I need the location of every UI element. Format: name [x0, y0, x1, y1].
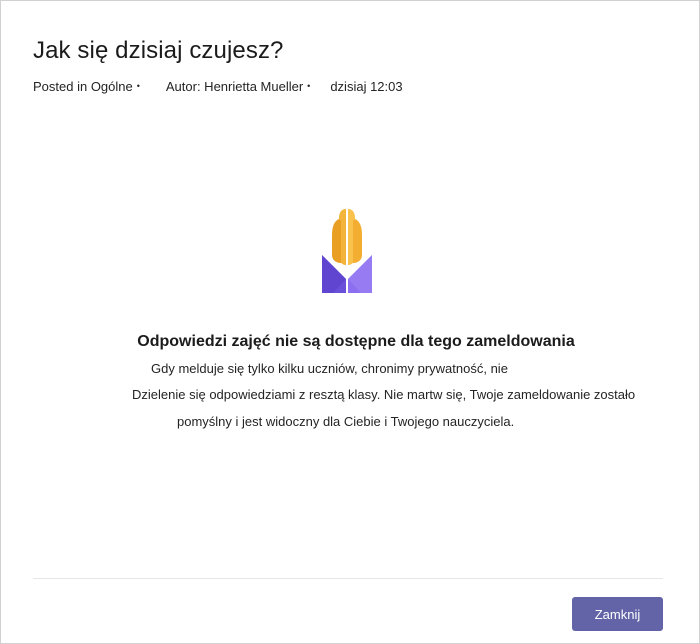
- footer-divider: [33, 578, 663, 579]
- posted-in-channel: Posted in Ogólne: [33, 79, 133, 94]
- post-meta: Posted in Ogólne • Autor: Henrietta Muelle…: [33, 79, 403, 94]
- empty-state-text-line: Dzielenie się odpowiedziami z resztą kla…: [132, 387, 636, 402]
- check-in-dialog: Jak się dzisiaj czujesz? Posted in Ogóln…: [0, 0, 700, 644]
- meta-separator: •: [307, 81, 311, 91]
- empty-state-text-line: Gdy melduje się tylko kilku uczniów, chr…: [151, 361, 508, 376]
- meta-separator: •: [136, 81, 140, 91]
- post-author: Autor: Henrietta Mueller: [165, 79, 304, 94]
- post-timestamp: dzisiaj 12:03: [330, 79, 403, 94]
- empty-state-heading: Odpowiedzi zajęć nie są dostępne dla teg…: [137, 333, 575, 350]
- close-button[interactable]: Zamknij: [572, 597, 663, 631]
- praying-hands-icon: [322, 209, 372, 293]
- dialog-title: Jak się dzisiaj czujesz?: [33, 37, 284, 64]
- empty-state-text-line: pomyślny i jest widoczny dla Ciebie i Tw…: [177, 414, 515, 429]
